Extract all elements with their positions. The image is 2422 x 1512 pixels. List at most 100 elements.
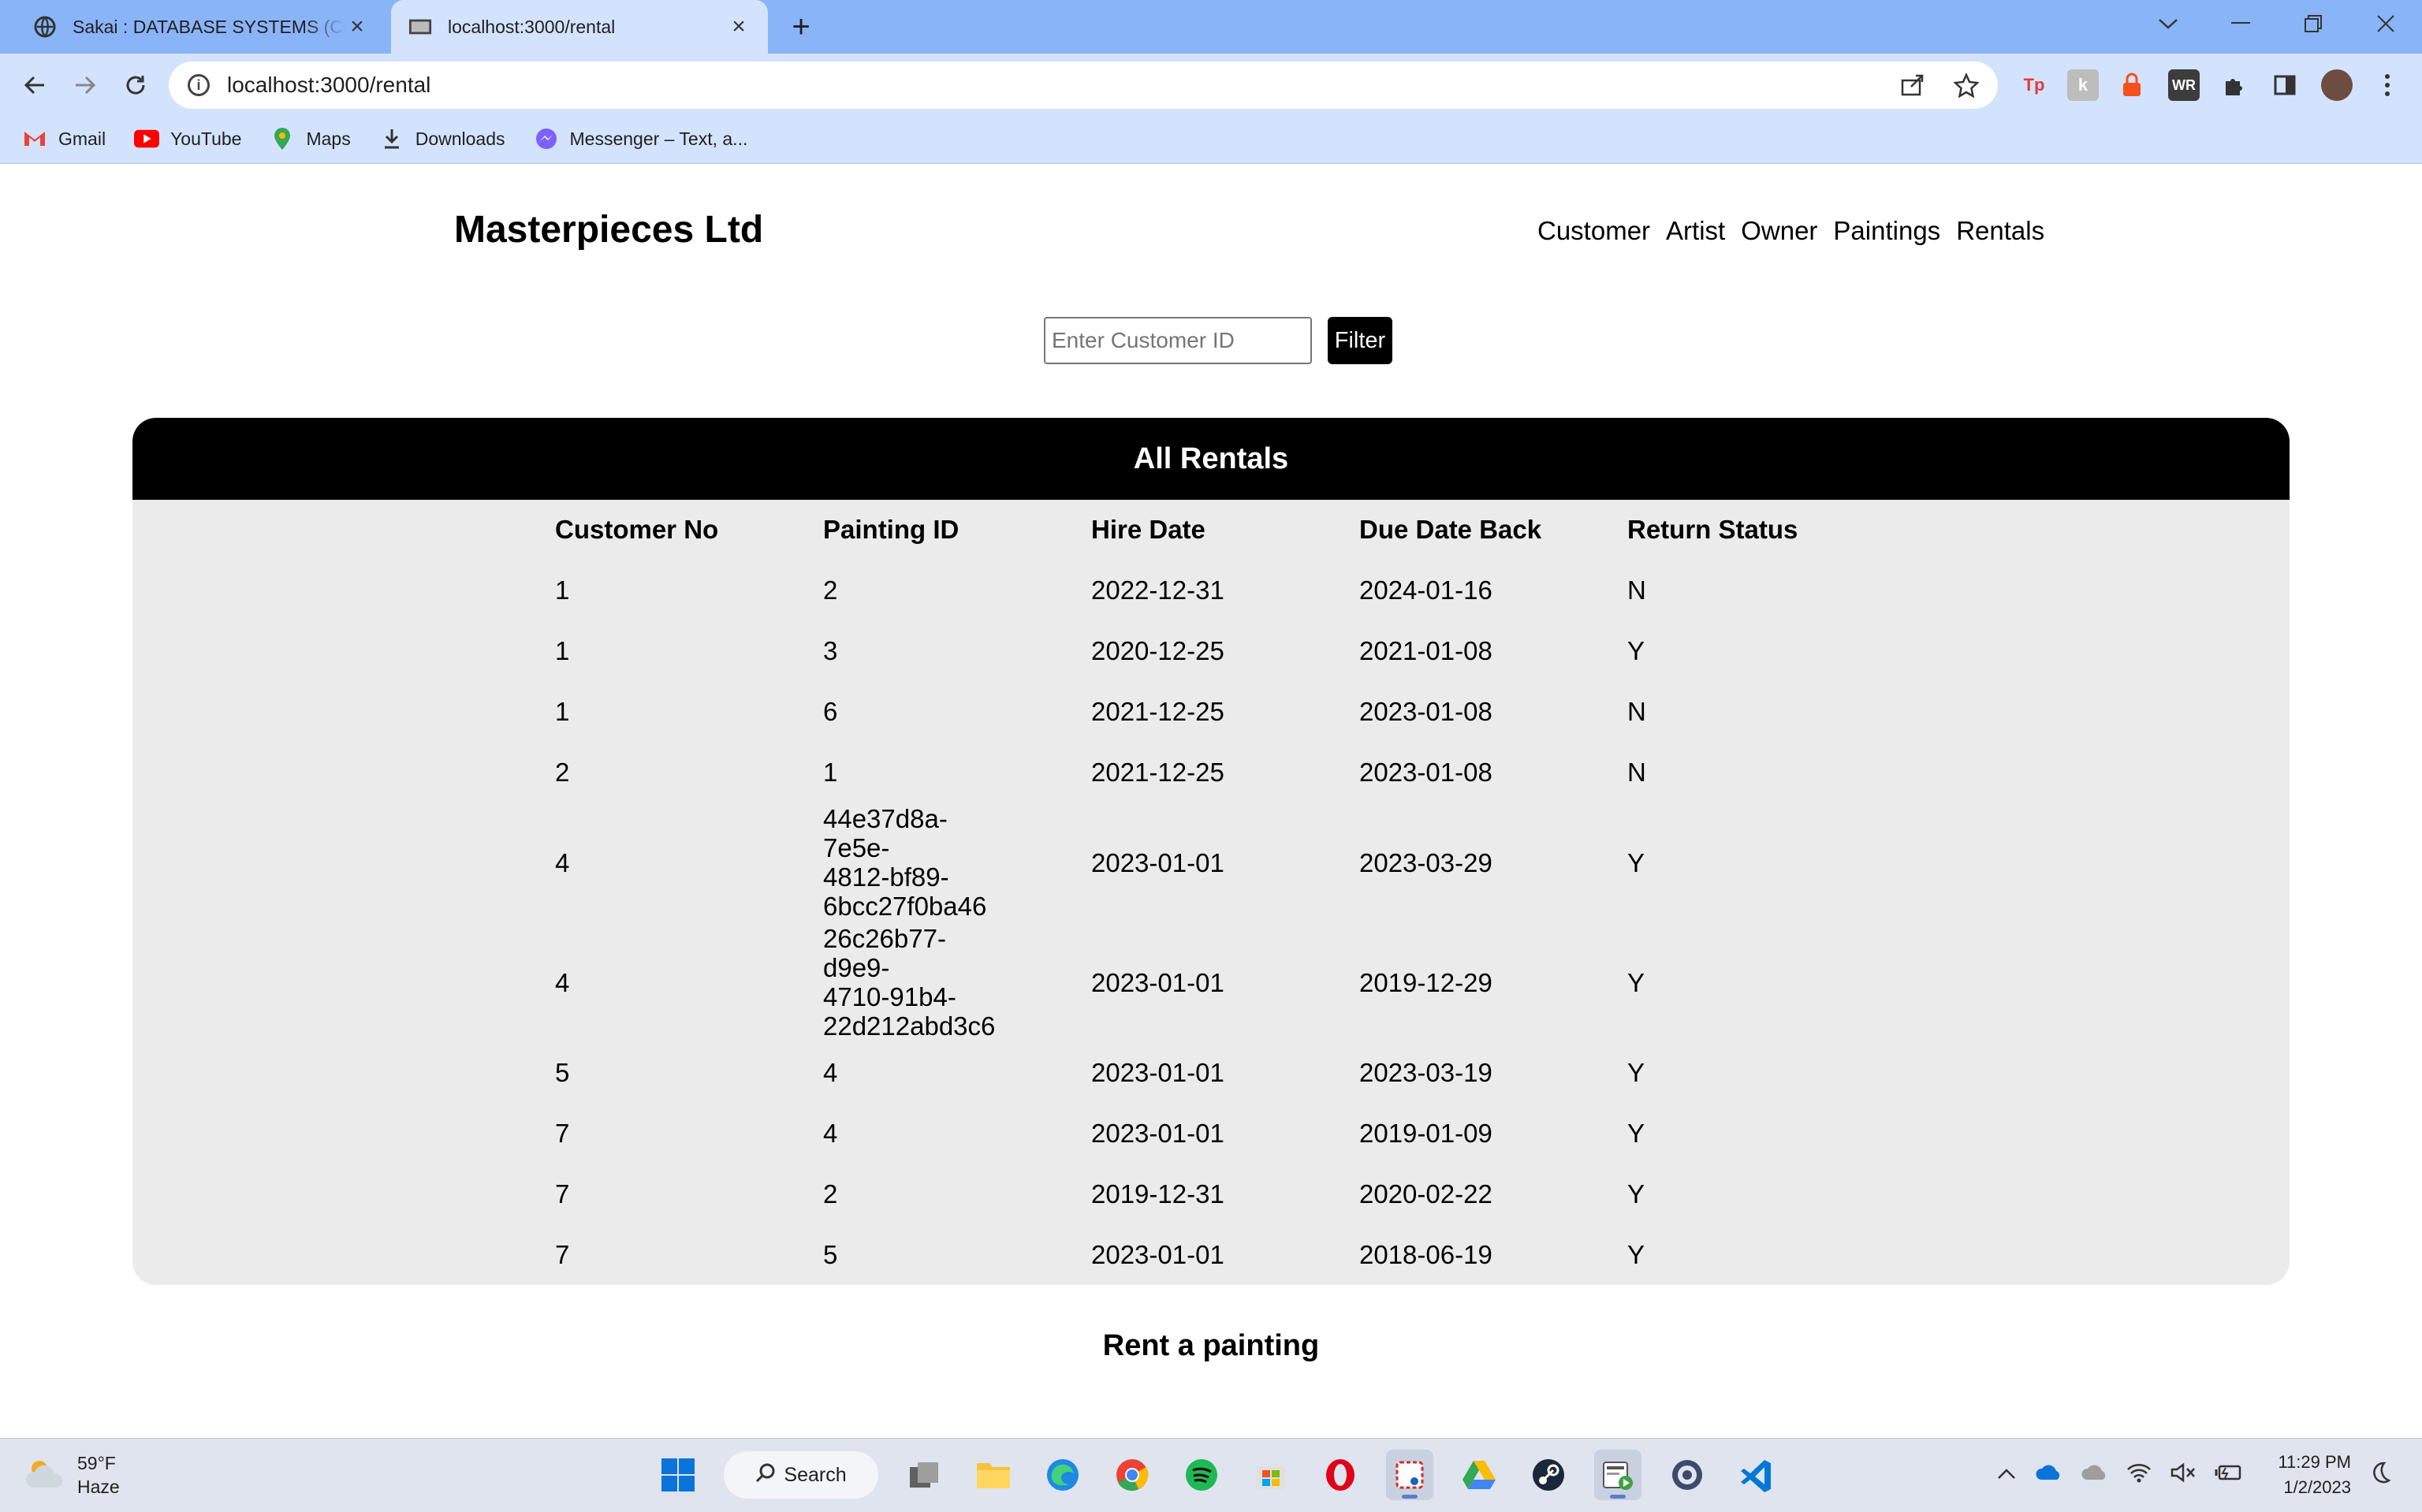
tab-search-chevron-icon[interactable]	[2132, 0, 2204, 47]
filter-button[interactable]: Filter	[1328, 317, 1392, 364]
onedrive-icon[interactable]	[2035, 1464, 2062, 1486]
share-icon[interactable]	[1900, 73, 1925, 103]
bookmark-label: Messenger – Text, a...	[569, 128, 748, 149]
nav-customer[interactable]: Customer	[1537, 216, 1650, 246]
search-icon	[755, 1462, 776, 1488]
nav-paintings[interactable]: Paintings	[1833, 216, 1940, 246]
due-date-cell: 2024-01-16	[1359, 575, 1492, 605]
obs-icon[interactable]	[1664, 1450, 1711, 1500]
extension-k-icon[interactable]: k	[2067, 69, 2099, 101]
site-brand: Masterpieces Ltd	[454, 209, 764, 251]
due-date-cell: 2023-03-19	[1359, 1058, 1492, 1087]
forward-icon[interactable]	[66, 66, 104, 104]
bookmark-label: YouTube	[170, 128, 242, 149]
hire-date-cell: 2020-12-25	[1091, 636, 1224, 665]
edge-icon[interactable]	[1039, 1450, 1086, 1500]
close-window-icon[interactable]	[2349, 0, 2422, 47]
hire-date-cell: 2023-01-01	[1091, 1240, 1224, 1269]
tab-sakai[interactable]: Sakai : DATABASE SYSTEMS (Class ×	[16, 0, 386, 54]
customer-id-input[interactable]	[1044, 317, 1312, 364]
weather-description: Haze	[77, 1477, 120, 1497]
return-status-cell: Y	[1627, 847, 1645, 877]
system-tray: 11:29 PM 1/2/2023	[1997, 1450, 2391, 1500]
media-app-icon[interactable]	[1594, 1450, 1641, 1500]
start-windows-icon[interactable]	[654, 1450, 702, 1500]
task-view-icon[interactable]	[900, 1450, 948, 1500]
bookmark-messenger[interactable]: Messenger – Text, a...	[534, 128, 748, 150]
battery-icon[interactable]	[2215, 1463, 2243, 1487]
more-menu-icon[interactable]	[2372, 69, 2403, 101]
close-tab-icon[interactable]: ×	[345, 13, 369, 39]
weather-widget[interactable]: 59°F Haze	[24, 1451, 120, 1499]
browser-toolbar: i localhost:3000/rental Tp k WR Gmail Yo…	[0, 54, 2422, 164]
rentals-heading: All Rentals	[132, 418, 2290, 500]
close-tab-icon[interactable]: ×	[727, 13, 751, 39]
restore-icon[interactable]	[2277, 0, 2349, 47]
microsoft-store-icon[interactable]	[1247, 1450, 1295, 1500]
table-row: 1 6 2021-12-25 2023-01-08 N	[555, 681, 1864, 742]
nav-rentals[interactable]: Rentals	[1956, 216, 2044, 246]
hire-date-cell: 2023-01-01	[1091, 847, 1224, 877]
bookmark-label: Gmail	[58, 128, 106, 149]
chevron-up-icon[interactable]	[1997, 1465, 2016, 1485]
wifi-icon[interactable]	[2126, 1462, 2152, 1488]
tp-extension-icon[interactable]: Tp	[2018, 69, 2050, 101]
google-drive-icon[interactable]	[1455, 1450, 1503, 1500]
steam-icon[interactable]	[1525, 1450, 1572, 1500]
site-info-icon[interactable]: i	[188, 74, 210, 96]
site-nav: Customer Artist Owner Paintings Rentals	[1537, 216, 2044, 246]
hire-date-cell: 2023-01-01	[1091, 1058, 1224, 1087]
bookmark-maps[interactable]: Maps	[270, 128, 351, 150]
side-panel-icon[interactable]	[2269, 69, 2301, 101]
system-clock[interactable]: 11:29 PM 1/2/2023	[2278, 1450, 2351, 1500]
bookmark-star-icon[interactable]	[1953, 72, 1980, 103]
table-row: 2 1 2021-12-25 2023-01-08 N	[555, 742, 1864, 803]
chrome-icon[interactable]	[1109, 1450, 1156, 1500]
column-header: Hire Date	[1091, 515, 1205, 544]
painting-id-cell: 26c26b77-d9e9- 4710-91b4- 22d212abd3c6	[823, 924, 996, 1041]
tab-rental[interactable]: localhost:3000/rental ×	[391, 0, 768, 54]
taskbar-search[interactable]: Search	[724, 1451, 878, 1499]
return-status-cell: Y	[1627, 1119, 1645, 1148]
notification-moon-icon[interactable]	[2370, 1462, 2391, 1488]
bookmark-gmail[interactable]: Gmail	[22, 128, 106, 150]
due-date-cell: 2020-02-22	[1359, 1179, 1492, 1208]
reload-icon[interactable]	[117, 66, 155, 104]
opera-icon[interactable]	[1317, 1450, 1364, 1500]
site-favicon-icon	[408, 15, 432, 39]
profile-avatar[interactable]	[2321, 69, 2353, 101]
extensions-puzzle-icon[interactable]	[2219, 69, 2250, 101]
painting-id-cell: 3	[823, 636, 838, 665]
return-status-cell: Y	[1627, 1179, 1645, 1208]
lock-extension-icon[interactable]	[2116, 69, 2148, 101]
vscode-icon[interactable]	[1733, 1450, 1780, 1500]
cloud-icon[interactable]	[2081, 1464, 2107, 1486]
youtube-icon	[134, 128, 160, 149]
table-row: 7 5 2023-01-01 2018-06-19 Y	[555, 1224, 1864, 1285]
customer-no-cell: 7	[555, 1179, 570, 1208]
hire-date-cell: 2023-01-01	[1091, 967, 1224, 997]
wr-extension-icon[interactable]: WR	[2168, 69, 2200, 101]
customer-no-cell: 1	[555, 575, 570, 605]
minimize-icon[interactable]	[2204, 0, 2277, 47]
spotify-icon[interactable]	[1178, 1450, 1225, 1500]
volume-muted-icon[interactable]	[2170, 1462, 2196, 1488]
nav-owner[interactable]: Owner	[1741, 216, 1817, 246]
messenger-icon	[534, 128, 559, 149]
due-date-cell: 2019-12-29	[1359, 967, 1492, 997]
nav-artist[interactable]: Artist	[1666, 216, 1725, 246]
table-row: 1 2 2022-12-31 2024-01-16 N	[555, 560, 1864, 620]
address-bar[interactable]: i localhost:3000/rental	[169, 61, 1998, 109]
hire-date-cell: 2023-01-01	[1091, 1119, 1224, 1148]
rentals-panel: All Rentals Customer No Painting ID Hire…	[132, 418, 2290, 1285]
back-icon[interactable]	[16, 66, 54, 104]
painting-id-cell: 2	[823, 1179, 838, 1208]
snipping-tool-icon[interactable]	[1386, 1450, 1433, 1500]
bookmark-downloads[interactable]: Downloads	[379, 128, 505, 150]
search-label: Search	[784, 1463, 847, 1486]
bookmark-youtube[interactable]: YouTube	[134, 128, 241, 150]
new-tab-icon[interactable]: +	[785, 9, 817, 44]
painting-id-cell: 1	[823, 758, 838, 787]
table-row: 5 4 2023-01-01 2023-03-19 Y	[555, 1042, 1864, 1103]
file-explorer-icon[interactable]	[970, 1450, 1017, 1500]
